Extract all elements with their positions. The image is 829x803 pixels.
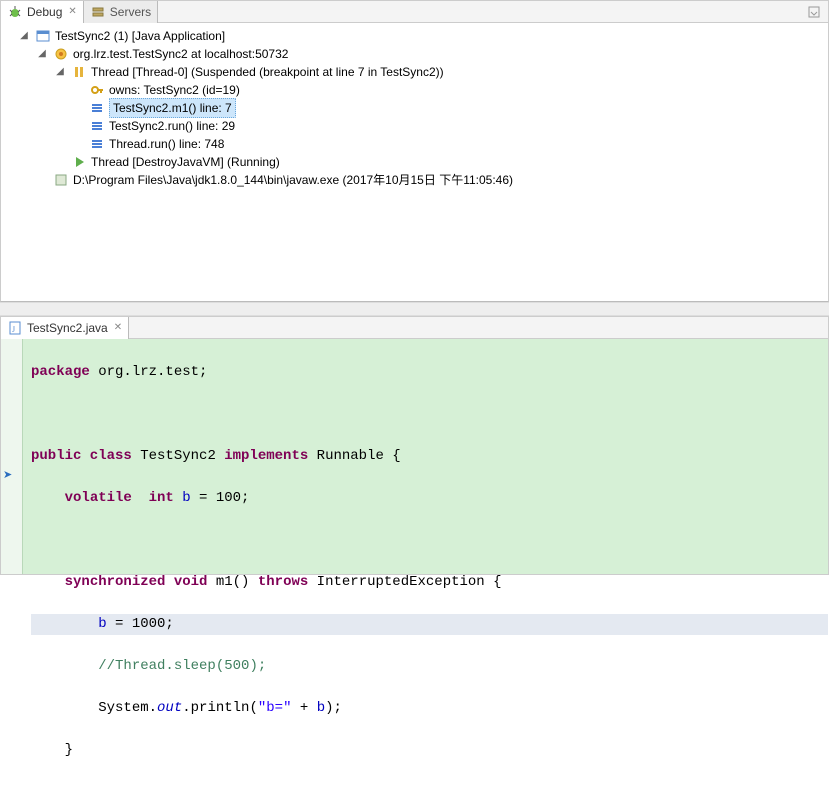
- java-file-icon: J: [7, 320, 23, 336]
- process-icon: [53, 172, 69, 188]
- tree-frame-thread-run[interactable]: Thread.run() line: 748: [5, 135, 828, 153]
- debug-view: Debug ✕ Servers ◢ TestSync2 (1) [Java Ap…: [0, 0, 829, 302]
- debug-tree[interactable]: ◢ TestSync2 (1) [Java Application] ◢ org…: [1, 23, 828, 189]
- thread-running-icon: [71, 154, 87, 170]
- expander-icon[interactable]: ◢: [35, 45, 49, 63]
- tree-owns-label: owns: TestSync2 (id=19): [109, 81, 240, 99]
- expander-icon[interactable]: ◢: [53, 63, 67, 81]
- thread-suspended-icon: [71, 64, 87, 80]
- java-app-icon: [35, 28, 51, 44]
- tree-thread-0[interactable]: ◢ Thread [Thread-0] (Suspended (breakpoi…: [5, 63, 828, 81]
- tab-servers-label: Servers: [110, 5, 151, 19]
- debug-tab-bar: Debug ✕ Servers: [1, 1, 828, 23]
- editor-area[interactable]: ➤ package org.lrz.test; public class Tes…: [1, 339, 828, 574]
- expander-icon[interactable]: ◢: [17, 27, 31, 45]
- bug-icon: [7, 4, 23, 20]
- tab-debug[interactable]: Debug ✕: [1, 1, 84, 23]
- code-area[interactable]: package org.lrz.test; public class TestS…: [23, 339, 828, 574]
- tree-app-label: TestSync2 (1) [Java Application]: [55, 27, 225, 45]
- tree-owns[interactable]: owns: TestSync2 (id=19): [5, 81, 828, 99]
- current-exec-line: b = 1000;: [31, 614, 828, 635]
- tab-servers[interactable]: Servers: [84, 1, 158, 23]
- key-icon: [89, 82, 105, 98]
- tree-process-label: D:\Program Files\Java\jdk1.8.0_144\bin\j…: [73, 171, 513, 189]
- close-icon[interactable]: ✕: [68, 6, 76, 17]
- view-menu-icon[interactable]: [806, 4, 822, 20]
- tree-frame-run[interactable]: TestSync2.run() line: 29: [5, 117, 828, 135]
- instruction-pointer-icon: ➤: [3, 468, 12, 482]
- stack-frame-icon: [89, 118, 105, 134]
- tree-frame-m1[interactable]: TestSync2.m1() line: 7: [5, 99, 828, 117]
- stack-frame-icon: [89, 136, 105, 152]
- tab-testsync2-label: TestSync2.java: [27, 321, 108, 335]
- svg-text:J: J: [12, 325, 15, 334]
- tree-target[interactable]: ◢ org.lrz.test.TestSync2 at localhost:50…: [5, 45, 828, 63]
- stack-frame-icon: [89, 100, 105, 116]
- tree-app[interactable]: ◢ TestSync2 (1) [Java Application]: [5, 27, 828, 45]
- tree-process[interactable]: D:\Program Files\Java\jdk1.8.0_144\bin\j…: [5, 171, 828, 189]
- tab-debug-label: Debug: [27, 5, 62, 19]
- tab-testsync2[interactable]: J TestSync2.java ✕: [1, 317, 129, 339]
- tree-frame-thread-run-label: Thread.run() line: 748: [109, 135, 224, 153]
- tree-target-label: org.lrz.test.TestSync2 at localhost:5073…: [73, 45, 288, 63]
- editor-ruler[interactable]: ➤: [1, 339, 23, 574]
- debug-target-icon: [53, 46, 69, 62]
- editor-view: J TestSync2.java ✕ ➤ package org.lrz.tes…: [0, 316, 829, 575]
- servers-icon: [90, 4, 106, 20]
- tree-thread-0-label: Thread [Thread-0] (Suspended (breakpoint…: [91, 63, 444, 81]
- close-icon[interactable]: ✕: [114, 322, 122, 333]
- tree-thread-vm-label: Thread [DestroyJavaVM] (Running): [91, 153, 280, 171]
- panel-gap: [0, 302, 829, 316]
- tree-frame-m1-label: TestSync2.m1() line: 7: [109, 98, 236, 118]
- tree-frame-run-label: TestSync2.run() line: 29: [109, 117, 235, 135]
- tree-thread-vm[interactable]: Thread [DestroyJavaVM] (Running): [5, 153, 828, 171]
- editor-tab-bar: J TestSync2.java ✕: [1, 317, 828, 339]
